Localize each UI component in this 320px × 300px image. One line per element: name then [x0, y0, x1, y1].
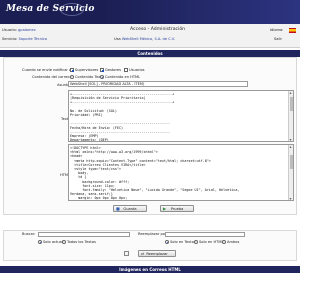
exit-link[interactable]: Salir [274, 36, 282, 42]
text-body-scrollbar[interactable] [288, 91, 293, 141]
app-logo[interactable]: Mesa de Servicio [6, 4, 95, 14]
test-button[interactable]: ▶ Prueba [160, 205, 194, 212]
replace-options-icon[interactable] [124, 251, 129, 256]
spanish-flag-icon[interactable] [289, 28, 296, 33]
content-text-radio[interactable] [70, 75, 74, 79]
content-type-label: Contenido del correo: [32, 75, 71, 79]
replace-text-option[interactable]: Solo en Texto [165, 240, 194, 244]
html-body-scrollbar[interactable] [288, 145, 293, 200]
managers-checkbox[interactable] [100, 68, 104, 72]
language-label: Idioma: [270, 28, 284, 32]
replace-both-label: Ambos [227, 240, 240, 244]
search-current-label: Solo actual [43, 240, 63, 244]
users-checkbox[interactable] [124, 68, 128, 72]
scroll-thumb[interactable] [290, 97, 293, 111]
replace-button[interactable]: ⇄ Reemplazar [138, 250, 176, 257]
html-images-section-title: Imágenes en Correos HTML [0, 266, 300, 273]
managers-label: Gestores [105, 68, 121, 72]
user-info: Usuario: gpalomez [2, 27, 36, 33]
save-icon: ■ [116, 206, 120, 211]
replace-text-label: Solo en Texto [170, 240, 194, 244]
service-info: Servicio: Soporte Técnico [2, 36, 47, 42]
notify-label: Cuando se envíe notificar a: [22, 68, 73, 72]
replace-html-option[interactable]: Solo en HTML [194, 240, 223, 244]
search-label: Buscar: [22, 232, 36, 236]
header-gradient [100, 0, 300, 24]
search-current-option[interactable]: Solo actual [38, 240, 63, 244]
search-all-option[interactable]: Todos los Textos [62, 240, 96, 244]
replace-both-radio[interactable] [222, 240, 226, 244]
supervisors-label: Supervisores [75, 68, 99, 72]
save-button-label: Guarda [123, 207, 137, 211]
user-label: Usuario: [2, 28, 17, 32]
replace-icon: ⇄ [141, 251, 145, 256]
content-html-radio[interactable] [100, 75, 104, 79]
replace-button-label: Reemplazar [146, 252, 168, 256]
user-name: gpalomez [18, 28, 36, 32]
content-html-label: Contenido en HTML [105, 75, 141, 79]
company-name: WebShell México, S.A. de C.V. [121, 37, 175, 41]
replace-html-label: Solo en HTML [199, 240, 224, 244]
save-button[interactable]: ■ Guarda [113, 205, 147, 212]
test-button-label: Prueba [170, 207, 184, 211]
company-info: Usa WebShell México, S.A. de C.V. [114, 36, 175, 42]
html-body-content: <!DOCTYPE html> <html xmlns="http://www.… [70, 146, 240, 200]
supervisors-checkbox[interactable] [70, 68, 74, 72]
search-all-radio[interactable] [62, 240, 66, 244]
text-body-content: +---------------------------------------… [70, 92, 175, 141]
scroll-thumb[interactable] [290, 155, 293, 169]
session-info-bar: Usuario: gpalomez Servicio: Soporte Técn… [0, 24, 300, 48]
replace-both-option[interactable]: Ambos [222, 240, 239, 244]
service-label: Servicio: [2, 37, 18, 41]
users-label: Usuarios [129, 68, 145, 72]
page-title: Acceso - Administración [130, 27, 186, 32]
replace-text-radio[interactable] [165, 240, 169, 244]
replace-label: Reemplazar por: [138, 232, 168, 236]
html-body-textarea[interactable]: <!DOCTYPE html> <html xmlns="http://www.… [68, 144, 294, 201]
content-html-option[interactable]: Contenido en HTML [100, 75, 140, 79]
test-icon: ▶ [163, 206, 167, 211]
contents-section-title: Contenidos [0, 50, 300, 57]
notify-supervisors-option[interactable]: Supervisores [70, 68, 98, 72]
replace-html-radio[interactable] [194, 240, 198, 244]
subject-input[interactable]: WebShell [SOL] - PRIORIDAD ALTA - ITEM) [68, 81, 248, 87]
replace-input[interactable] [165, 232, 245, 237]
search-input[interactable] [38, 232, 130, 237]
search-current-radio[interactable] [38, 240, 42, 244]
text-body-textarea[interactable]: +---------------------------------------… [68, 90, 294, 142]
content-text-option[interactable]: Contenido Texto [70, 75, 104, 79]
app-header: Mesa de Servicio [0, 0, 300, 24]
service-name: Soporte Técnico [18, 37, 48, 41]
notify-managers-option[interactable]: Gestores [100, 68, 121, 72]
notify-users-option[interactable]: Usuarios [124, 68, 145, 72]
company-label: Usa [114, 37, 121, 41]
search-all-label: Todos los Textos [67, 240, 96, 244]
